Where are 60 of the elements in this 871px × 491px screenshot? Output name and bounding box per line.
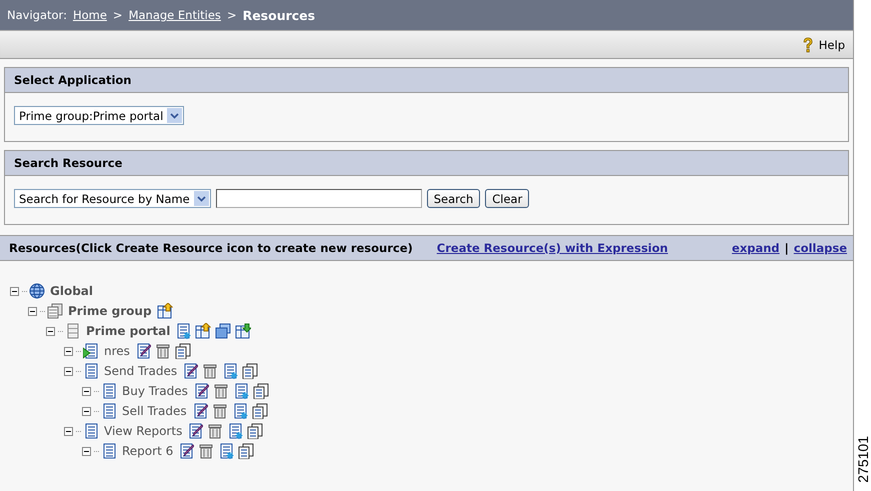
edit-icon[interactable] — [182, 363, 198, 379]
help-link[interactable]: Help — [802, 36, 845, 52]
edit-icon[interactable] — [192, 383, 209, 399]
breadcrumb-link[interactable]: Manage Entities — [128, 8, 221, 22]
action-button[interactable]: Clear — [485, 189, 530, 208]
trash-icon[interactable] — [212, 403, 228, 419]
edit-icon[interactable] — [187, 423, 204, 439]
collapse-toggle-icon[interactable] — [28, 306, 37, 316]
link-separator: | — [784, 241, 789, 255]
trash-icon[interactable] — [202, 363, 218, 379]
documents-icon[interactable] — [247, 423, 264, 439]
figure-number: 275101 — [854, 436, 870, 483]
expression-link[interactable]: Create Resource(s) with Expression — [436, 241, 668, 255]
panel-title: Select Application — [5, 68, 848, 93]
question-mark-icon — [802, 36, 814, 52]
breadcrumb-current: Resources — [242, 8, 316, 22]
documents-icon[interactable] — [238, 443, 254, 459]
tree-item[interactable]: View Reports — [104, 424, 182, 438]
tree-item[interactable]: Prime portal — [86, 324, 170, 338]
action-button[interactable]: Search — [426, 189, 480, 208]
breadcrumb-separator: > — [226, 8, 237, 22]
collapse-toggle-icon[interactable] — [64, 346, 73, 356]
documents-icon[interactable] — [174, 343, 191, 359]
panel-title: Search Resource — [5, 151, 848, 176]
trash-icon[interactable] — [212, 383, 229, 399]
edit-icon[interactable] — [192, 403, 208, 419]
search-field[interactable] — [216, 189, 422, 208]
collapse-toggle-icon[interactable] — [64, 426, 73, 436]
search-type-dropdown[interactable]: Search for Resource by Name — [14, 189, 211, 208]
collapse-toggle-icon[interactable] — [64, 366, 73, 376]
folders-icon[interactable] — [215, 323, 232, 339]
trash-icon[interactable] — [198, 443, 214, 459]
collapse-toggle-icon[interactable] — [10, 286, 19, 296]
application-dropdown[interactable]: Prime group:Prime portal — [14, 106, 184, 125]
expand-link[interactable]: expand — [732, 241, 780, 255]
documents-icon[interactable] — [252, 383, 269, 399]
caret-icon — [196, 196, 206, 202]
breadcrumb-separator: > — [112, 8, 123, 22]
collapse-toggle-icon[interactable] — [82, 446, 91, 456]
documents-icon[interactable] — [242, 363, 258, 379]
caret-icon — [170, 112, 180, 118]
edit-icon[interactable] — [178, 443, 194, 459]
tree-item[interactable]: Prime group — [68, 304, 152, 318]
tree-item[interactable]: Buy Trades — [122, 384, 188, 398]
tree-item[interactable]: Send Trades — [104, 364, 178, 378]
section-title: Resources(Click Create Resource icon to create new resource) — [9, 241, 413, 255]
breadcrumb-link[interactable]: Home — [72, 8, 107, 22]
collapse-toggle-icon[interactable] — [82, 386, 91, 396]
collapse-link[interactable]: collapse — [794, 241, 847, 255]
collapse-toggle-icon[interactable] — [46, 326, 55, 336]
tree-item[interactable]: Sell Trades — [122, 404, 187, 418]
trash-icon[interactable] — [154, 343, 171, 359]
collapse-toggle-icon[interactable] — [82, 406, 91, 416]
tree-item[interactable]: Global — [50, 284, 94, 298]
tree-item[interactable]: nres — [104, 344, 130, 358]
documents-icon[interactable] — [252, 403, 268, 419]
tree-item[interactable]: Report 6 — [122, 444, 174, 458]
navigator-label: Navigator: — [7, 8, 67, 22]
edit-icon[interactable] — [134, 343, 151, 359]
trash-icon[interactable] — [207, 423, 224, 439]
